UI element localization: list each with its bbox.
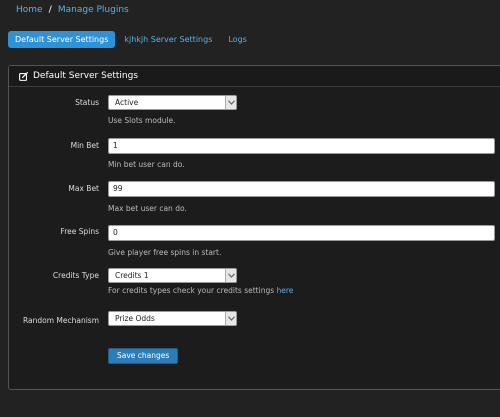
free-spins-help: Give player free spins in start.	[108, 248, 222, 257]
tab-logs[interactable]: Logs	[221, 31, 253, 48]
settings-form: Status Active Use Slots module. Min Bet …	[9, 88, 500, 389]
chevron-down-icon	[225, 269, 236, 282]
settings-tabs: Default Server Settings kjhkjh Server Se…	[8, 31, 256, 48]
breadcrumb-manage-plugins-link[interactable]: Manage Plugins	[58, 5, 129, 15]
max-bet-label: Max Bet	[68, 184, 99, 193]
credits-type-value: Credits 1	[115, 271, 149, 280]
random-mechanism-label: Random Mechanism	[22, 316, 99, 325]
panel-header: Default Server Settings	[9, 66, 500, 87]
breadcrumb-home-link[interactable]: Home	[16, 5, 43, 15]
min-bet-field[interactable]: 1	[108, 138, 495, 154]
edit-icon	[19, 71, 28, 81]
min-bet-help: Min bet user can do.	[108, 160, 185, 169]
status-help: Use Slots module.	[108, 116, 176, 125]
free-spins-field[interactable]: 0	[108, 225, 495, 241]
breadcrumb: Home / Manage Plugins	[16, 5, 129, 15]
max-bet-field[interactable]: 99	[108, 181, 495, 197]
free-spins-label: Free Spins	[60, 227, 99, 236]
breadcrumb-separator: /	[48, 5, 52, 15]
max-bet-help: Max bet user can do.	[108, 204, 187, 213]
status-select[interactable]: Active	[108, 95, 237, 110]
credits-type-select[interactable]: Credits 1	[108, 268, 237, 283]
status-value: Active	[115, 98, 139, 107]
credits-type-label: Credits Type	[52, 271, 99, 280]
status-label: Status	[75, 98, 99, 107]
chevron-down-icon	[225, 312, 236, 325]
credits-type-help: For credits types check your credits set…	[108, 286, 293, 295]
save-changes-button[interactable]: Save changes	[108, 348, 179, 364]
tab-kjhkjh-server-settings[interactable]: kjhkjh Server Settings	[117, 31, 219, 48]
min-bet-label: Min Bet	[70, 141, 99, 150]
settings-panel: Default Server Settings Status Active Us…	[8, 65, 500, 390]
chevron-down-icon	[225, 96, 236, 109]
panel-title: Default Server Settings	[33, 71, 139, 81]
random-mechanism-select[interactable]: Prize Odds	[108, 311, 237, 326]
credits-settings-link[interactable]: here	[277, 286, 294, 295]
tab-default-server-settings[interactable]: Default Server Settings	[8, 31, 116, 48]
random-mechanism-value: Prize Odds	[115, 314, 155, 323]
credits-type-help-text: For credits types check your credits set…	[108, 286, 275, 295]
